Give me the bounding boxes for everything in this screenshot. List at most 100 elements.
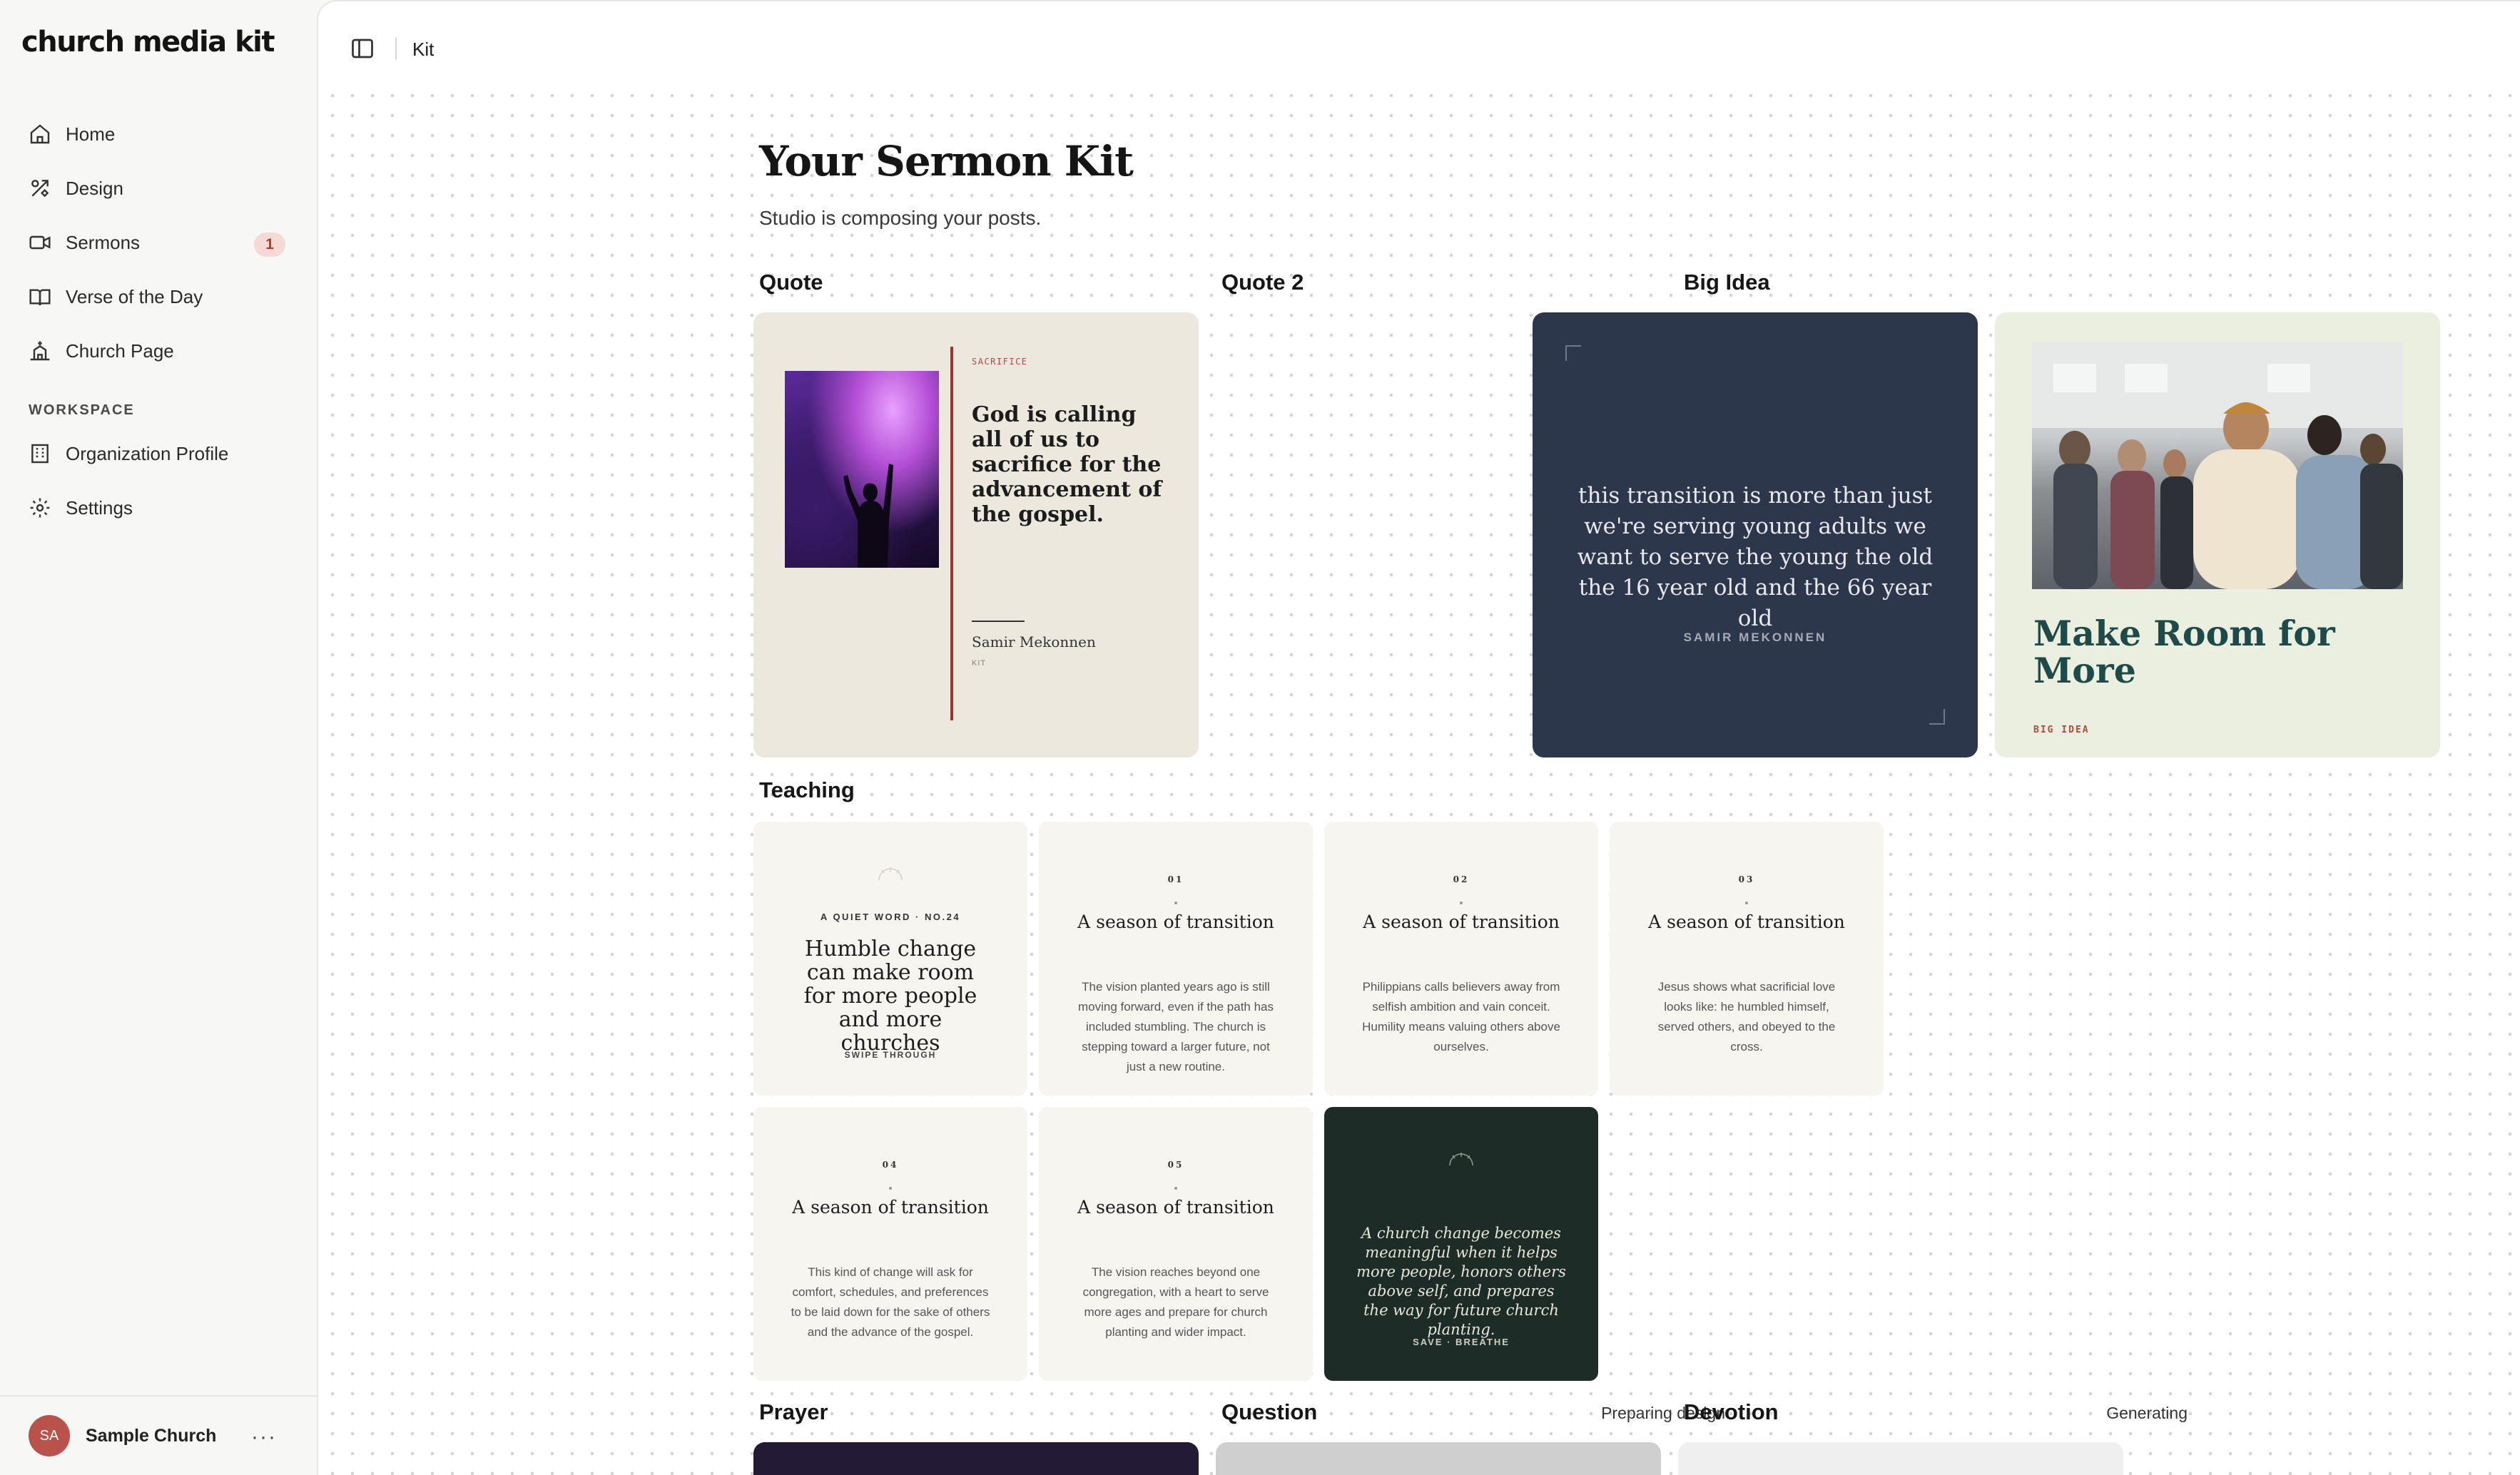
sermons-count-badge: 1 xyxy=(254,233,285,257)
sidebar-item-label: Sermons xyxy=(66,231,141,253)
sidebar-item-label: Design xyxy=(66,177,123,199)
slide-body: Philippians calls believers away from se… xyxy=(1362,980,1560,1053)
sidebar: church media kit Home Design Sermons 1 V… xyxy=(0,0,317,1475)
account-switcher[interactable]: SA Sample Church ··· xyxy=(0,1395,317,1475)
corner-bracket-icon xyxy=(1929,709,1945,725)
slide-title: Humble change can make room for more peo… xyxy=(803,936,977,1056)
page-subtitle: Studio is composing your posts. xyxy=(759,207,1042,229)
quote-text: God is calling all of us to sacrifice fo… xyxy=(972,402,1162,527)
workspace-nav: Organization Profile Settings xyxy=(29,427,285,535)
sidebar-item-label: Verse of the Day xyxy=(66,285,203,307)
building-icon xyxy=(31,444,49,464)
section-label-quote-2: Quote 2 xyxy=(1221,270,1304,295)
people-illustration xyxy=(2032,342,2403,589)
design-icon xyxy=(31,180,49,198)
swipe-hint: SWIPE THROUGH xyxy=(844,1050,937,1060)
slide-number: 02 xyxy=(1453,874,1470,884)
home-icon xyxy=(30,124,50,144)
worship-photo xyxy=(785,371,939,568)
dot-icon xyxy=(1745,902,1748,904)
top-bar: Kit xyxy=(318,1,2520,94)
sidebar-item-design[interactable]: Design xyxy=(29,161,285,215)
teaching-slide[interactable]: 03 A season of transition Jesus shows wh… xyxy=(1610,822,1884,1096)
slide-number: 01 xyxy=(1167,874,1184,884)
slide-number: 05 xyxy=(1167,1160,1184,1170)
breadcrumb: Kit xyxy=(412,39,435,60)
quote-kicker: SACRIFICE xyxy=(972,357,1028,367)
quote-author: SAMIR MEKONNEN xyxy=(1683,631,1827,644)
slide-title: A season of transition xyxy=(792,1197,989,1218)
slide-title: A season of transition xyxy=(1077,912,1274,932)
section-label-prayer: Prayer xyxy=(759,1399,828,1424)
prayer-post-card[interactable] xyxy=(753,1442,1199,1475)
section-label-question: Question xyxy=(1221,1399,1318,1424)
slide-number: 03 xyxy=(1738,874,1755,884)
sidebar-item-label: Church Page xyxy=(66,340,174,362)
teaching-slide[interactable]: 02 A season of transition Philippians ca… xyxy=(1324,822,1598,1096)
slide-body: This kind of change will ask for comfort… xyxy=(791,1265,990,1339)
quote-text: this transition is more than just we're … xyxy=(1577,483,1934,631)
slide-body: The vision planted years ago is still mo… xyxy=(1077,980,1274,1073)
sidebar-item-organization-profile[interactable]: Organization Profile xyxy=(29,427,285,481)
teaching-slide[interactable]: 04 A season of transition This kind of c… xyxy=(753,1107,1027,1381)
slide-body: Jesus shows what sacrificial love looks … xyxy=(1657,980,1836,1053)
corner-bracket-icon xyxy=(1565,345,1581,361)
section-label-quote: Quote xyxy=(759,270,823,295)
book-icon xyxy=(29,289,51,306)
slide-title: A season of transition xyxy=(1648,912,1845,932)
main-nav: Home Design Sermons 1 Verse of the Day C… xyxy=(29,107,285,378)
teaching-slide[interactable]: 01 A season of transition The vision pla… xyxy=(1039,822,1313,1096)
quote-tag: KIT xyxy=(972,659,987,668)
sidebar-item-label: Settings xyxy=(66,496,133,519)
more-options-icon[interactable]: ··· xyxy=(251,1425,277,1449)
accent-rule xyxy=(950,347,953,720)
closing-tag: SAVE · BREATHE xyxy=(1413,1337,1510,1347)
big-idea-tag: BIG IDEA xyxy=(2033,725,2090,735)
divider xyxy=(972,621,1025,622)
page-title: Your Sermon Kit xyxy=(759,137,1134,185)
workspace-section-label: WORKSPACE xyxy=(29,402,135,418)
slide-title: A season of transition xyxy=(1077,1197,1274,1218)
teaching-slide[interactable]: 05 A season of transition The vision rea… xyxy=(1039,1107,1313,1381)
organization-name: Sample Church xyxy=(86,1425,217,1446)
sidebar-item-settings[interactable]: Settings xyxy=(29,481,285,535)
devotion-post-card-loading xyxy=(1678,1442,2123,1475)
worshipper-silhouette xyxy=(843,464,893,568)
sidebar-item-home[interactable]: Home xyxy=(29,107,285,161)
gear-icon xyxy=(30,498,50,518)
divider xyxy=(395,37,397,60)
dot-icon xyxy=(1174,1187,1177,1190)
avatar: SA xyxy=(29,1415,70,1456)
section-label-teaching: Teaching xyxy=(759,777,855,802)
question-post-card-loading xyxy=(1216,1442,1661,1475)
slide-body: The vision reaches beyond one congregati… xyxy=(1082,1265,1269,1339)
teaching-cover-slide[interactable]: A QUIET WORD · NO.24 Humble change can m… xyxy=(753,822,1027,1096)
app-logo[interactable]: church media kit xyxy=(21,26,275,58)
quote-post-card[interactable]: SACRIFICE God is calling all of us to sa… xyxy=(753,312,1199,757)
sidebar-item-verse-of-the-day[interactable]: Verse of the Day xyxy=(29,270,285,324)
dot-icon xyxy=(1174,902,1177,904)
sidebar-item-label: Home xyxy=(66,123,116,145)
closing-quote: A church change becomes meaningful when … xyxy=(1356,1225,1566,1338)
sidebar-item-label: Organization Profile xyxy=(66,442,229,464)
dot-icon xyxy=(889,1187,892,1190)
big-idea-title: Make Room for More xyxy=(2033,613,2335,691)
devotion-status: Generating xyxy=(2106,1404,2188,1422)
slide-title: A season of transition xyxy=(1363,912,1560,932)
quote-2-post-card[interactable]: this transition is more than just we're … xyxy=(1533,312,1978,757)
sidebar-item-church-page[interactable]: Church Page xyxy=(29,324,285,378)
section-label-big-idea: Big Idea xyxy=(1684,270,1770,295)
congregation-photo xyxy=(2032,342,2403,589)
sidebar-item-sermons[interactable]: Sermons 1 xyxy=(29,215,285,270)
quote-author: Samir Mekonnen xyxy=(972,633,1096,650)
sunrise-icon xyxy=(1449,1153,1473,1166)
video-icon xyxy=(29,235,51,250)
church-icon xyxy=(30,341,50,361)
teaching-closing-slide[interactable]: A church change becomes meaningful when … xyxy=(1324,1107,1598,1381)
slide-number: 04 xyxy=(882,1160,899,1170)
big-idea-post-card[interactable]: Make Room for More BIG IDEA xyxy=(1995,312,2440,757)
slide-kicker: A QUIET WORD · NO.24 xyxy=(820,912,961,922)
main-content: Kit Your Sermon Kit Studio is composing … xyxy=(317,0,2520,1475)
sidebar-toggle-icon[interactable] xyxy=(350,36,375,61)
section-label-devotion: Devotion xyxy=(1684,1399,1779,1424)
